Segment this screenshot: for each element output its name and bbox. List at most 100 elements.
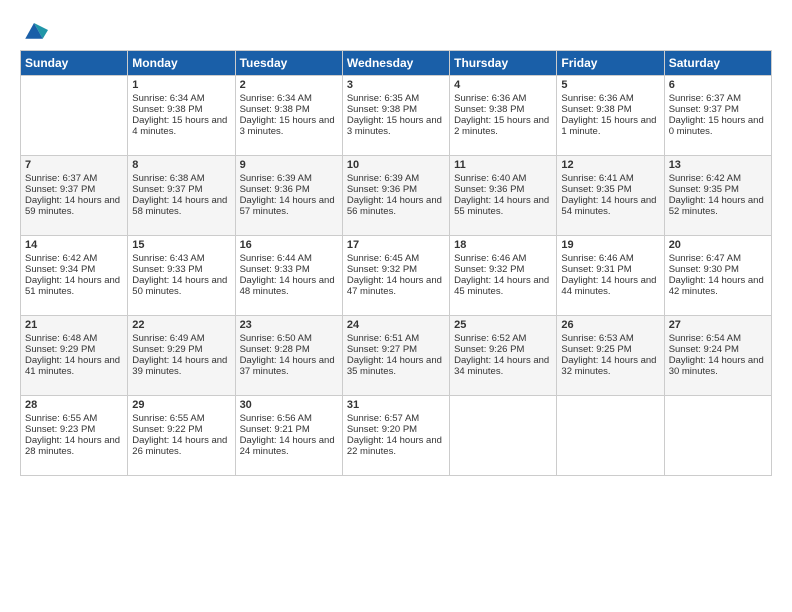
sunrise-text: Sunrise: 6:47 AM [669, 253, 767, 264]
sunrise-text: Sunrise: 6:40 AM [454, 173, 552, 184]
daylight-text: Daylight: 15 hours and 1 minute. [561, 115, 659, 137]
day-number: 18 [454, 239, 552, 251]
calendar-cell: 25Sunrise: 6:52 AMSunset: 9:26 PMDayligh… [450, 316, 557, 396]
day-number: 12 [561, 159, 659, 171]
day-number: 30 [240, 399, 338, 411]
daylight-text: Daylight: 15 hours and 3 minutes. [347, 115, 445, 137]
calendar-cell: 6Sunrise: 6:37 AMSunset: 9:37 PMDaylight… [664, 76, 771, 156]
header-day-friday: Friday [557, 51, 664, 76]
sunrise-text: Sunrise: 6:38 AM [132, 173, 230, 184]
day-number: 9 [240, 159, 338, 171]
header-day-wednesday: Wednesday [342, 51, 449, 76]
daylight-text: Daylight: 14 hours and 58 minutes. [132, 195, 230, 217]
day-number: 25 [454, 319, 552, 331]
day-number: 5 [561, 79, 659, 91]
calendar-header-row: SundayMondayTuesdayWednesdayThursdayFrid… [21, 51, 772, 76]
header-day-thursday: Thursday [450, 51, 557, 76]
sunrise-text: Sunrise: 6:36 AM [561, 93, 659, 104]
sunset-text: Sunset: 9:38 PM [132, 104, 230, 115]
day-number: 8 [132, 159, 230, 171]
calendar-cell: 15Sunrise: 6:43 AMSunset: 9:33 PMDayligh… [128, 236, 235, 316]
daylight-text: Daylight: 14 hours and 30 minutes. [669, 355, 767, 377]
calendar-cell: 28Sunrise: 6:55 AMSunset: 9:23 PMDayligh… [21, 396, 128, 476]
sunrise-text: Sunrise: 6:43 AM [132, 253, 230, 264]
calendar-cell: 13 Sunrise: 6:42 AMSunset: 9:35 PMDayligh… [664, 156, 771, 236]
day-number: 2 [240, 79, 338, 91]
sunset-text: Sunset: 9:21 PM [240, 424, 338, 435]
calendar-cell: 22Sunrise: 6:49 AMSunset: 9:29 PMDayligh… [128, 316, 235, 396]
day-number: 10 [347, 159, 445, 171]
sunrise-text: Sunrise: 6:34 AM [240, 93, 338, 104]
sunrise-text: Sunrise: 6:45 AM [347, 253, 445, 264]
calendar-cell: 23Sunrise: 6:50 AMSunset: 9:28 PMDayligh… [235, 316, 342, 396]
day-number: 17 [347, 239, 445, 251]
day-number: 28 [25, 399, 123, 411]
sunrise-text: Sunrise: 6:57 AM [347, 413, 445, 424]
daylight-text: Daylight: 14 hours and 32 minutes. [561, 355, 659, 377]
calendar-cell [21, 76, 128, 156]
day-number: 19 [561, 239, 659, 251]
sunrise-text: Sunrise: 6:39 AM [240, 173, 338, 184]
sunrise-text: Sunrise: 6:41 AM [561, 173, 659, 184]
calendar-cell: 17Sunrise: 6:45 AMSunset: 9:32 PMDayligh… [342, 236, 449, 316]
sunrise-text: Sunrise: 6:42 AM [669, 173, 767, 184]
sunset-text: Sunset: 9:24 PM [669, 344, 767, 355]
logo-icon [20, 16, 48, 44]
sunrise-text: Sunrise: 6:54 AM [669, 333, 767, 344]
header-day-tuesday: Tuesday [235, 51, 342, 76]
day-number: 13 [669, 159, 767, 171]
sunset-text: Sunset: 9:34 PM [25, 264, 123, 275]
calendar-cell: 24Sunrise: 6:51 AMSunset: 9:27 PMDayligh… [342, 316, 449, 396]
calendar-week-row: 28Sunrise: 6:55 AMSunset: 9:23 PMDayligh… [21, 396, 772, 476]
sunset-text: Sunset: 9:29 PM [25, 344, 123, 355]
daylight-text: Daylight: 14 hours and 45 minutes. [454, 275, 552, 297]
sunset-text: Sunset: 9:35 PM [561, 184, 659, 195]
calendar-cell: 26Sunrise: 6:53 AMSunset: 9:25 PMDayligh… [557, 316, 664, 396]
daylight-text: Daylight: 14 hours and 48 minutes. [240, 275, 338, 297]
daylight-text: Daylight: 14 hours and 56 minutes. [347, 195, 445, 217]
daylight-text: Daylight: 14 hours and 59 minutes. [25, 195, 123, 217]
sunrise-text: Sunrise: 6:37 AM [25, 173, 123, 184]
daylight-text: Daylight: 14 hours and 26 minutes. [132, 435, 230, 457]
sunset-text: Sunset: 9:36 PM [454, 184, 552, 195]
daylight-text: Daylight: 14 hours and 35 minutes. [347, 355, 445, 377]
sunset-text: Sunset: 9:33 PM [240, 264, 338, 275]
sunset-text: Sunset: 9:35 PM [669, 184, 767, 195]
daylight-text: Daylight: 14 hours and 55 minutes. [454, 195, 552, 217]
sunrise-text: Sunrise: 6:51 AM [347, 333, 445, 344]
calendar-cell: 8Sunrise: 6:38 AMSunset: 9:37 PMDaylight… [128, 156, 235, 236]
daylight-text: Daylight: 14 hours and 47 minutes. [347, 275, 445, 297]
day-number: 24 [347, 319, 445, 331]
sunset-text: Sunset: 9:29 PM [132, 344, 230, 355]
sunrise-text: Sunrise: 6:49 AM [132, 333, 230, 344]
daylight-text: Daylight: 14 hours and 50 minutes. [132, 275, 230, 297]
day-number: 26 [561, 319, 659, 331]
header-day-saturday: Saturday [664, 51, 771, 76]
daylight-text: Daylight: 14 hours and 52 minutes. [669, 195, 767, 217]
daylight-text: Daylight: 14 hours and 22 minutes. [347, 435, 445, 457]
sunrise-text: Sunrise: 6:48 AM [25, 333, 123, 344]
calendar-table: SundayMondayTuesdayWednesdayThursdayFrid… [20, 50, 772, 476]
calendar-cell: 18Sunrise: 6:46 AMSunset: 9:32 PMDayligh… [450, 236, 557, 316]
sunrise-text: Sunrise: 6:36 AM [454, 93, 552, 104]
sunset-text: Sunset: 9:30 PM [669, 264, 767, 275]
page-container: SundayMondayTuesdayWednesdayThursdayFrid… [0, 0, 792, 486]
sunset-text: Sunset: 9:36 PM [240, 184, 338, 195]
calendar-week-row: 1Sunrise: 6:34 AMSunset: 9:38 PMDaylight… [21, 76, 772, 156]
daylight-text: Daylight: 14 hours and 44 minutes. [561, 275, 659, 297]
calendar-cell [450, 396, 557, 476]
sunset-text: Sunset: 9:32 PM [454, 264, 552, 275]
day-number: 21 [25, 319, 123, 331]
calendar-cell: 19Sunrise: 6:46 AMSunset: 9:31 PMDayligh… [557, 236, 664, 316]
calendar-cell: 9Sunrise: 6:39 AMSunset: 9:36 PMDaylight… [235, 156, 342, 236]
sunrise-text: Sunrise: 6:44 AM [240, 253, 338, 264]
sunset-text: Sunset: 9:31 PM [561, 264, 659, 275]
header-day-sunday: Sunday [21, 51, 128, 76]
calendar-cell: 1Sunrise: 6:34 AMSunset: 9:38 PMDaylight… [128, 76, 235, 156]
sunrise-text: Sunrise: 6:55 AM [25, 413, 123, 424]
calendar-cell: 29Sunrise: 6:55 AMSunset: 9:22 PMDayligh… [128, 396, 235, 476]
daylight-text: Daylight: 14 hours and 42 minutes. [669, 275, 767, 297]
calendar-cell: 14Sunrise: 6:42 AMSunset: 9:34 PMDayligh… [21, 236, 128, 316]
calendar-cell: 31Sunrise: 6:57 AMSunset: 9:20 PMDayligh… [342, 396, 449, 476]
daylight-text: Daylight: 14 hours and 37 minutes. [240, 355, 338, 377]
